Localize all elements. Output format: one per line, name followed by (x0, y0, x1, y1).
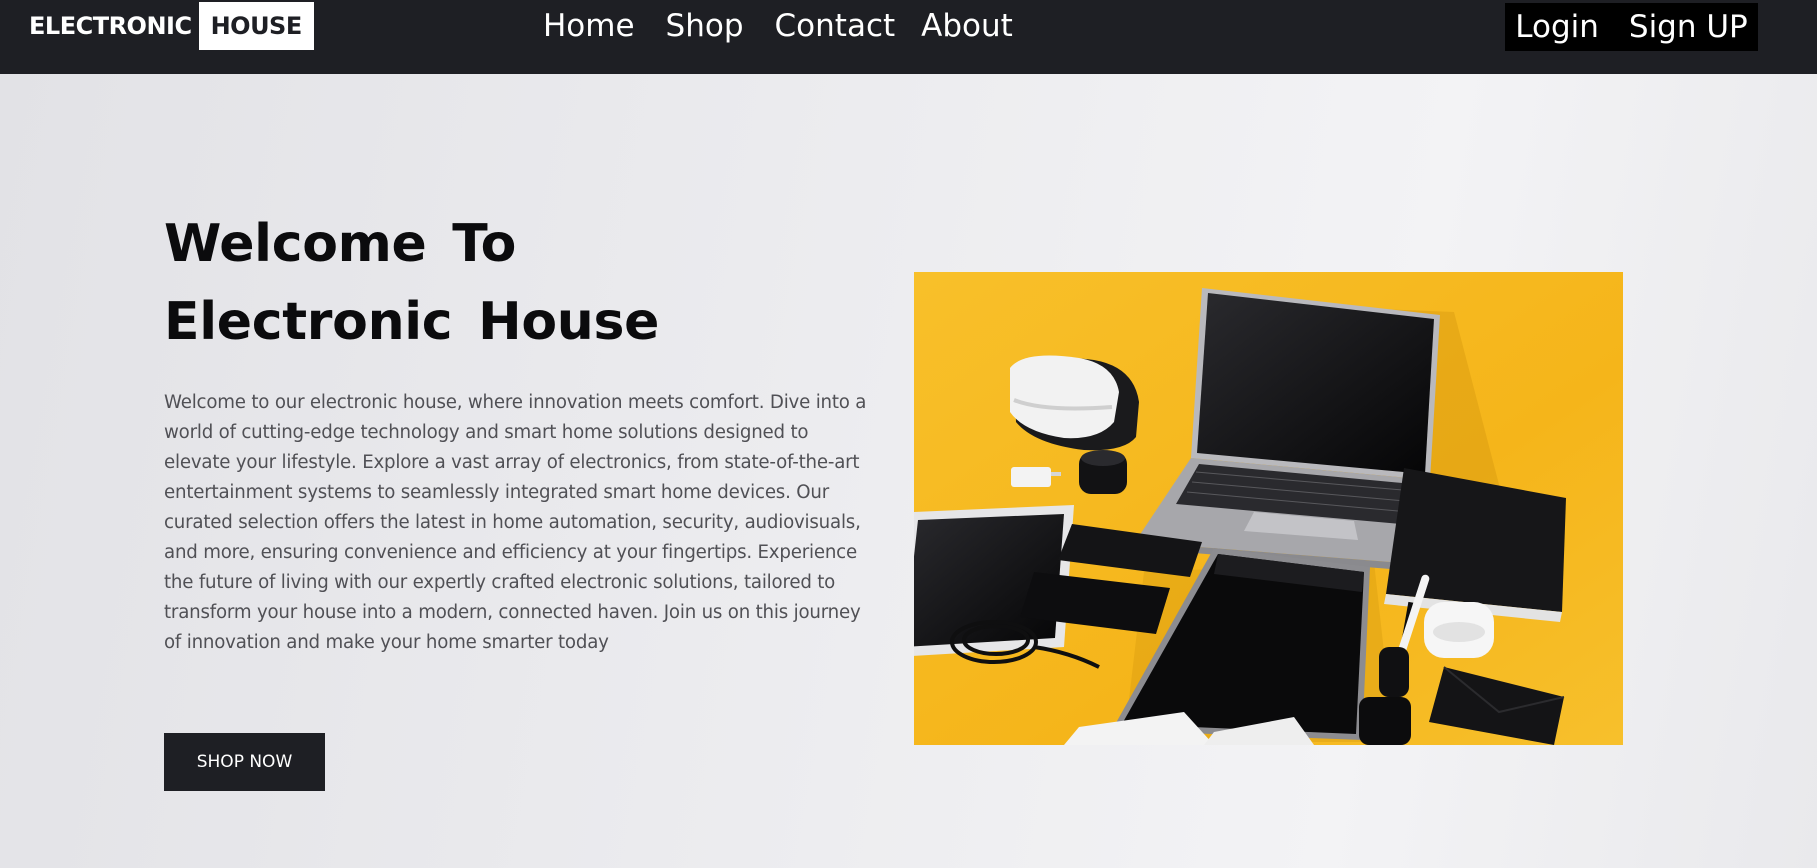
hero-product-image (914, 272, 1623, 745)
nav-link-contact[interactable]: Contact (775, 6, 896, 46)
main-nav: Home Shop Contact About (543, 6, 1013, 46)
signup-link[interactable]: Sign UP (1629, 7, 1748, 47)
airpods-icon (1424, 602, 1494, 658)
nav-link-about[interactable]: About (921, 6, 1013, 46)
logo-text-house: HOUSE (198, 2, 314, 50)
login-link[interactable]: Login (1515, 7, 1599, 47)
earbuds-icon (1079, 450, 1127, 494)
hero-title: Welcome To Electronic House (164, 214, 660, 352)
nav-link-home[interactable]: Home (543, 6, 635, 46)
navbar: ELECTRONIC HOUSE Home Shop Contact About… (0, 0, 1817, 74)
hero-description: Welcome to our electronic house, where i… (164, 392, 867, 653)
site-logo[interactable]: ELECTRONIC HOUSE (29, 2, 314, 50)
shop-now-button[interactable]: SHOP NOW (164, 733, 325, 791)
logo-text-electronic: ELECTRONIC (29, 12, 192, 40)
auth-links: Login Sign UP (1505, 3, 1758, 51)
nav-link-shop[interactable]: Shop (666, 6, 744, 46)
